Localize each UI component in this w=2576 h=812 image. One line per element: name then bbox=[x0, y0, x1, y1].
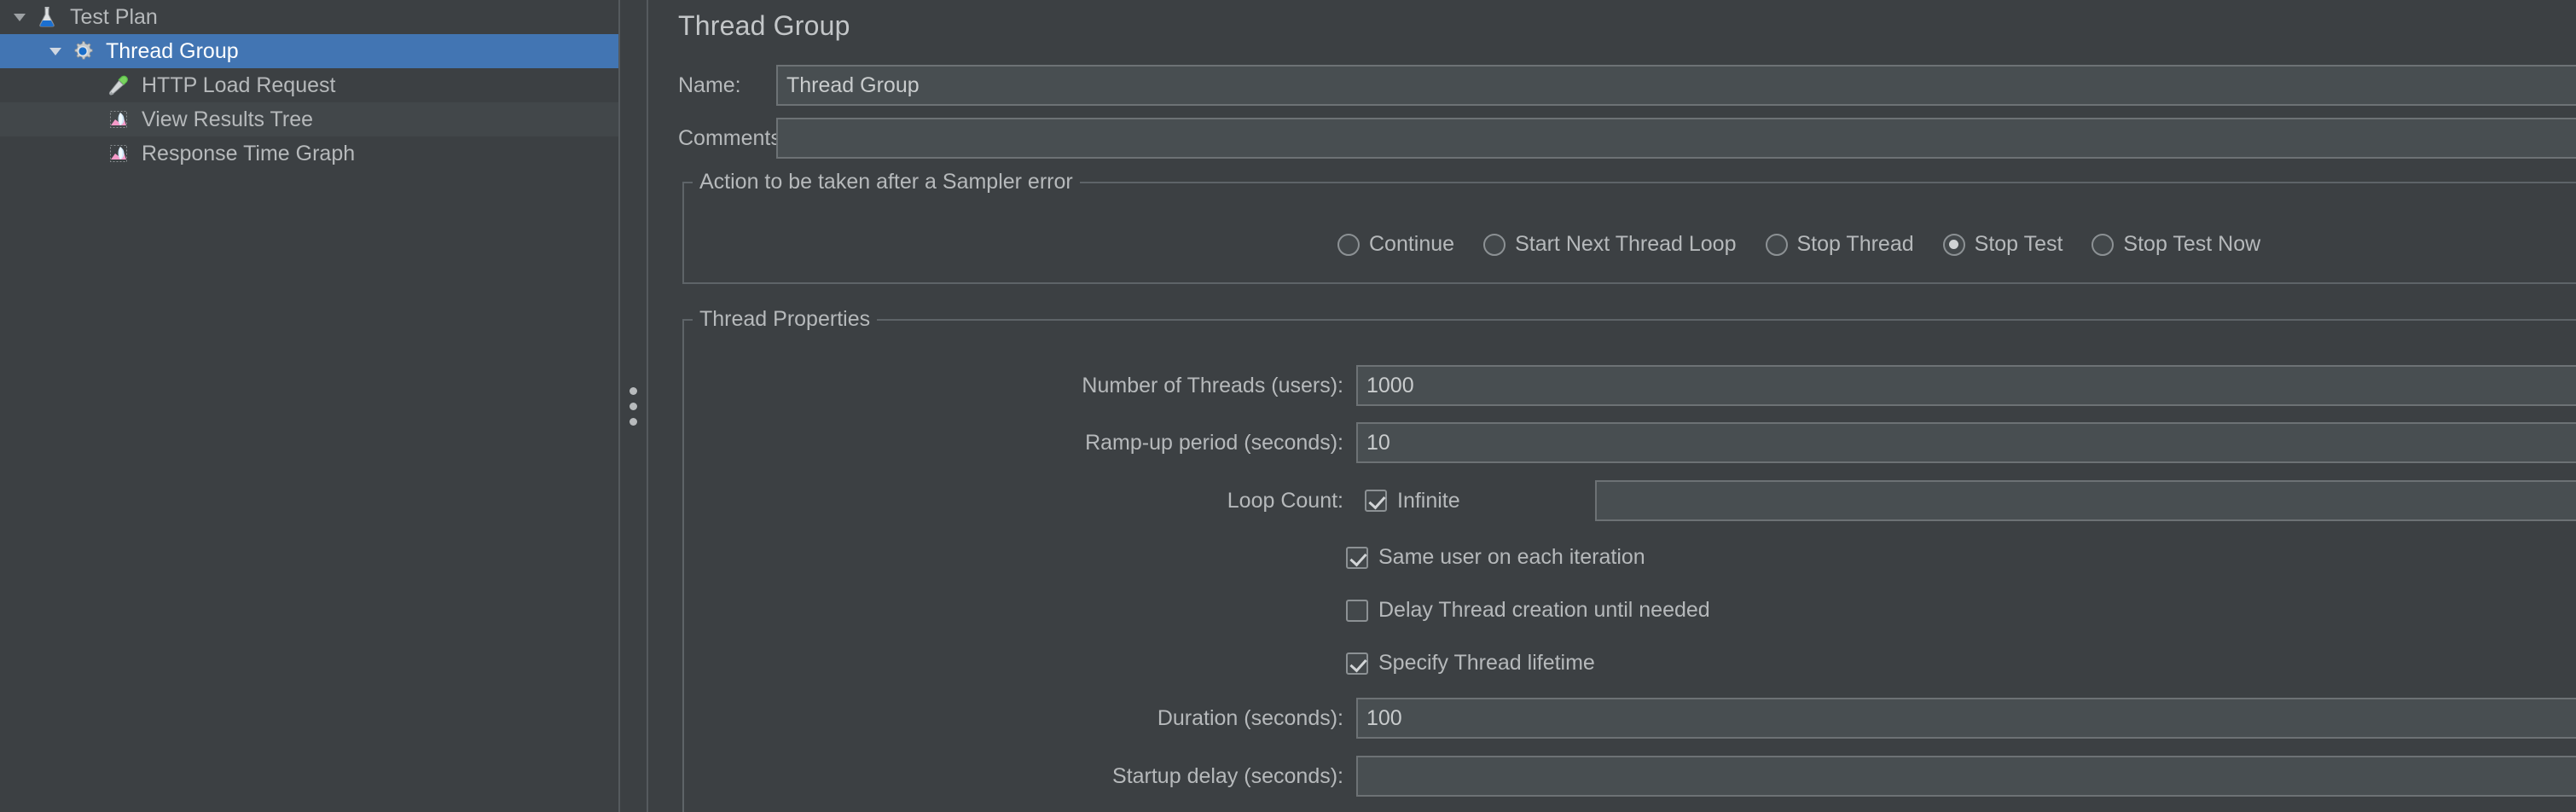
sidebar-item-http-load-request[interactable]: HTTP Load Request bbox=[0, 68, 618, 102]
specify-thread-lifetime-checkbox[interactable]: Specify Thread lifetime bbox=[1346, 651, 1595, 676]
specify-thread-lifetime-label: Specify Thread lifetime bbox=[1378, 651, 1595, 676]
same-user-label: Same user on each iteration bbox=[1378, 545, 1645, 570]
chevron-down-icon[interactable] bbox=[7, 9, 32, 26]
chart-icon bbox=[104, 142, 133, 165]
sampler-error-radio-group[interactable]: Continue Start Next Thread Loop Stop Thr… bbox=[1337, 232, 2289, 257]
radio-mark-icon[interactable] bbox=[1483, 234, 1506, 256]
comments-input[interactable] bbox=[776, 118, 2576, 159]
sidebar-item-view-results-tree[interactable]: View Results Tree bbox=[0, 102, 618, 136]
radio-mark-icon[interactable] bbox=[1766, 234, 1788, 256]
radio-label: Continue bbox=[1369, 232, 1454, 257]
sidebar-item-label: View Results Tree bbox=[133, 107, 313, 132]
name-label: Name: bbox=[678, 73, 741, 98]
loop-infinite-checkbox[interactable]: Infinite bbox=[1365, 489, 1460, 513]
same-user-checkbox[interactable]: Same user on each iteration bbox=[1346, 545, 1645, 570]
comments-field-row: Comments: bbox=[648, 119, 2576, 157]
radio-stop-test-now[interactable]: Stop Test Now bbox=[2092, 232, 2260, 257]
thread-group-config-panel: Thread Group Name: Comments: Action to b… bbox=[648, 0, 2576, 812]
sidebar-item-label: Thread Group bbox=[97, 39, 239, 64]
startup-delay-row: Startup delay (seconds): bbox=[648, 757, 2576, 795]
test-plan-tree[interactable]: Test Plan Thread Group bbox=[0, 0, 618, 812]
num-threads-input[interactable] bbox=[1356, 365, 2576, 406]
radio-stop-thread[interactable]: Stop Thread bbox=[1766, 232, 1914, 257]
radio-mark-icon[interactable] bbox=[1337, 234, 1360, 256]
delay-thread-creation-label: Delay Thread creation until needed bbox=[1378, 598, 1710, 623]
duration-input[interactable] bbox=[1356, 698, 2576, 739]
radio-start-next-thread-loop[interactable]: Start Next Thread Loop bbox=[1483, 232, 1736, 257]
sidebar-item-label: Test Plan bbox=[61, 5, 158, 30]
vertical-dots-grip-icon[interactable] bbox=[629, 387, 637, 426]
flask-icon bbox=[32, 5, 61, 29]
loop-count-label: Loop Count: bbox=[687, 489, 1343, 513]
panel-splitter[interactable] bbox=[618, 0, 648, 812]
name-input[interactable] bbox=[776, 65, 2576, 106]
loop-count-input[interactable] bbox=[1595, 480, 2576, 521]
check-mark-icon[interactable] bbox=[1346, 547, 1368, 569]
rampup-label: Ramp-up period (seconds): bbox=[687, 431, 1343, 455]
rampup-row: Ramp-up period (seconds): bbox=[648, 424, 2576, 461]
num-threads-label: Number of Threads (users): bbox=[687, 374, 1343, 398]
gear-icon bbox=[68, 39, 97, 63]
num-threads-row: Number of Threads (users): bbox=[648, 367, 2576, 404]
loop-count-row: Loop Count: Infinite bbox=[648, 482, 2576, 519]
check-mark-icon[interactable] bbox=[1346, 652, 1368, 675]
thread-properties-legend: Thread Properties bbox=[693, 307, 877, 332]
radio-mark-icon[interactable] bbox=[1943, 234, 1965, 256]
sidebar-item-test-plan[interactable]: Test Plan bbox=[0, 0, 618, 34]
radio-label: Stop Test bbox=[1975, 232, 2063, 257]
radio-label: Start Next Thread Loop bbox=[1515, 232, 1736, 257]
name-field-row: Name: bbox=[648, 67, 2576, 104]
sidebar-item-label: HTTP Load Request bbox=[133, 73, 335, 98]
startup-delay-input[interactable] bbox=[1356, 756, 2576, 797]
loop-infinite-label: Infinite bbox=[1397, 489, 1460, 513]
delay-thread-creation-checkbox[interactable]: Delay Thread creation until needed bbox=[1346, 598, 1710, 623]
page-title: Thread Group bbox=[678, 10, 850, 42]
check-mark-icon[interactable] bbox=[1365, 490, 1387, 512]
radio-continue[interactable]: Continue bbox=[1337, 232, 1454, 257]
rampup-input[interactable] bbox=[1356, 422, 2576, 463]
duration-row: Duration (seconds): bbox=[648, 699, 2576, 737]
check-mark-icon[interactable] bbox=[1346, 600, 1368, 622]
chart-icon bbox=[104, 107, 133, 131]
sidebar-item-thread-group[interactable]: Thread Group bbox=[0, 34, 618, 68]
radio-mark-icon[interactable] bbox=[2092, 234, 2114, 256]
radio-stop-test[interactable]: Stop Test bbox=[1943, 232, 2063, 257]
pipette-icon bbox=[104, 73, 133, 97]
duration-label: Duration (seconds): bbox=[687, 706, 1343, 731]
comments-label: Comments: bbox=[678, 126, 787, 151]
radio-label: Stop Thread bbox=[1797, 232, 1914, 257]
startup-delay-label: Startup delay (seconds): bbox=[687, 764, 1343, 789]
sidebar-item-label: Response Time Graph bbox=[133, 142, 355, 166]
sidebar-item-response-time-graph[interactable]: Response Time Graph bbox=[0, 136, 618, 171]
jmeter-window: Test Plan Thread Group bbox=[0, 0, 2576, 812]
chevron-down-icon[interactable] bbox=[43, 43, 68, 60]
radio-label: Stop Test Now bbox=[2123, 232, 2260, 257]
sampler-error-legend: Action to be taken after a Sampler error bbox=[693, 170, 1080, 194]
